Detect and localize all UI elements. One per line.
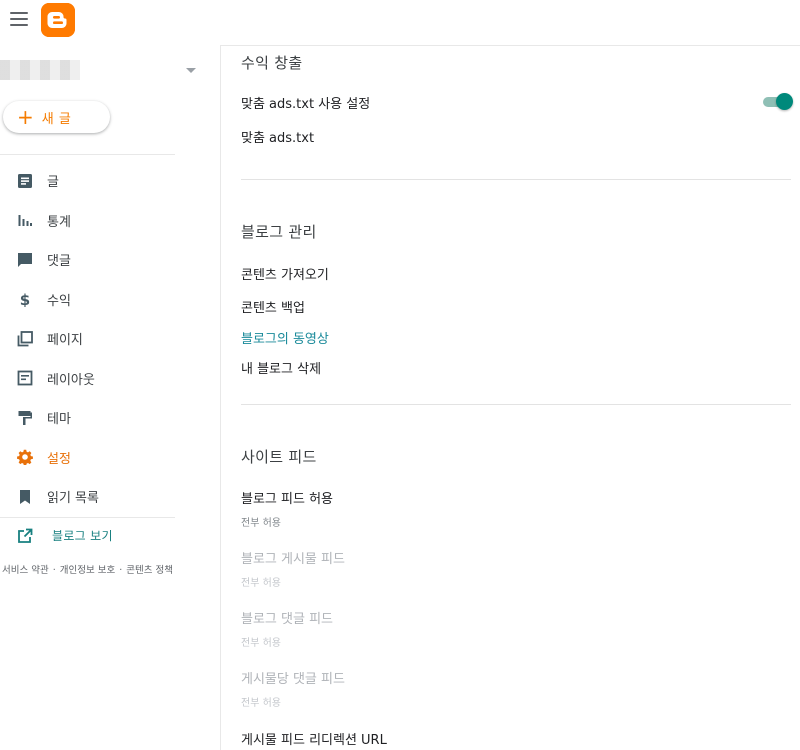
toggle-thumb	[776, 93, 793, 110]
section-divider	[241, 404, 791, 405]
sidebar-nav: 글 통계 댓글 $ 수익 페이지 레이아웃 테마 설정 읽기 목록	[0, 161, 220, 517]
sidebar-item-reading-list[interactable]: 읽기 목록	[0, 477, 220, 517]
sidebar-item-label: 수익	[47, 293, 71, 309]
sidebar-divider-top	[0, 154, 175, 155]
section-divider	[241, 179, 791, 180]
sidebar-item-label: 테마	[47, 412, 71, 428]
layout-icon	[17, 370, 33, 386]
view-blog-label: 블로그 보기	[52, 529, 113, 543]
sidebar-item-label: 통계	[47, 214, 71, 230]
custom-ads-txt-row[interactable]: 맞춤 ads.txt	[241, 127, 314, 146]
sidebar-item-label: 페이지	[47, 333, 83, 349]
footer-links: 서비스 약관 · 개인정보 보호 · 콘텐츠 정책	[2, 562, 173, 576]
content-policy-link[interactable]: 콘텐츠 정책	[126, 565, 173, 576]
earnings-icon: $	[17, 291, 33, 307]
sidebar-item-comments[interactable]: 댓글	[0, 240, 220, 280]
per-post-comment-feed-row[interactable]: 게시물당 댓글 피드	[241, 668, 345, 687]
post-feed-value: 전부 허용	[241, 578, 281, 589]
sidebar-item-label: 댓글	[47, 254, 71, 270]
blogger-logo-icon[interactable]	[41, 3, 75, 37]
theme-icon	[17, 410, 33, 426]
section-title-site-feed: 사이트 피드	[241, 448, 317, 466]
posts-icon	[17, 173, 33, 189]
sidebar-item-posts[interactable]: 글	[0, 161, 220, 201]
sidebar-item-earnings[interactable]: $ 수익	[0, 280, 220, 320]
sidebar-item-label: 읽기 목록	[47, 491, 99, 507]
blog-videos-link[interactable]: 블로그의 동영상	[241, 328, 329, 347]
custom-ads-txt-enable-label[interactable]: 맞춤 ads.txt 사용 설정	[241, 93, 370, 112]
terms-link[interactable]: 서비스 약관	[2, 565, 49, 576]
backup-content-row[interactable]: 콘텐츠 백업	[241, 297, 305, 316]
sidebar-divider	[220, 45, 221, 750]
svg-text:$: $	[20, 291, 30, 307]
section-title-manage-blog: 블로그 관리	[241, 223, 317, 241]
allow-blog-feed-value: 전부 허용	[241, 518, 281, 529]
sidebar-item-layout[interactable]: 레이아웃	[0, 359, 220, 399]
post-feed-redirect-url-row[interactable]: 게시물 피드 리디렉션 URL	[241, 729, 387, 748]
stats-icon	[17, 212, 33, 228]
sidebar-item-theme[interactable]: 테마	[0, 398, 220, 438]
new-post-button[interactable]: + 새 글	[3, 101, 110, 133]
sidebar-item-label: 설정	[47, 451, 71, 467]
sidebar-item-stats[interactable]: 통계	[0, 201, 220, 241]
comment-feed-value: 전부 허용	[241, 638, 281, 649]
header-divider	[221, 45, 800, 46]
allow-blog-feed-row[interactable]: 블로그 피드 허용	[241, 488, 333, 507]
post-feed-row[interactable]: 블로그 게시물 피드	[241, 548, 345, 567]
open-external-icon	[18, 528, 33, 543]
view-blog-link[interactable]: 블로그 보기	[17, 527, 113, 544]
blog-name-redacted[interactable]	[0, 60, 80, 80]
comments-icon	[17, 252, 33, 268]
privacy-link[interactable]: 개인정보 보호	[60, 565, 115, 576]
separator: ·	[52, 565, 56, 576]
menu-icon[interactable]	[10, 12, 28, 26]
plus-icon: +	[17, 105, 34, 129]
sidebar-item-label: 레이아웃	[47, 372, 95, 388]
new-post-label: 새 글	[41, 111, 72, 127]
chevron-down-icon[interactable]	[186, 68, 196, 73]
import-content-row[interactable]: 콘텐츠 가져오기	[241, 264, 329, 283]
comment-feed-row[interactable]: 블로그 댓글 피드	[241, 608, 333, 627]
sidebar-item-settings[interactable]: 설정	[0, 438, 220, 478]
sidebar-divider-bottom	[0, 517, 175, 518]
custom-ads-txt-toggle[interactable]	[761, 93, 793, 111]
bookmark-icon	[17, 489, 33, 505]
sidebar-item-label: 글	[47, 175, 59, 191]
gear-icon	[17, 449, 33, 466]
sidebar-item-pages[interactable]: 페이지	[0, 319, 220, 359]
pages-icon	[17, 330, 33, 347]
per-post-comment-feed-value: 전부 허용	[241, 698, 281, 709]
delete-blog-row[interactable]: 내 블로그 삭제	[241, 358, 321, 377]
section-title-monetization: 수익 창출	[241, 54, 303, 72]
separator: ·	[119, 565, 123, 576]
